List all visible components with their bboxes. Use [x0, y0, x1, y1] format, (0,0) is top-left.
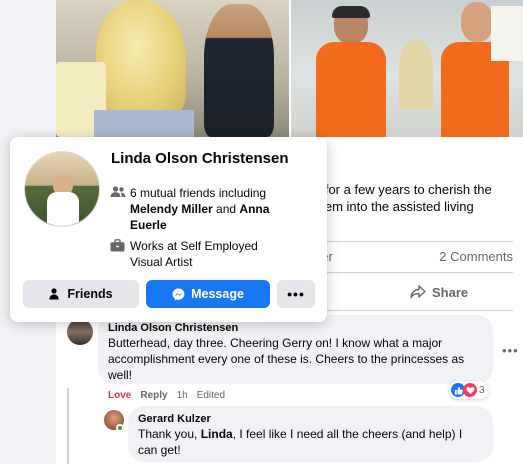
mutual-friend-link-1[interactable]: Melendy Miller: [130, 202, 213, 216]
messenger-icon: [172, 288, 185, 300]
post-caption-line1: d for a few years to cherish the: [314, 182, 492, 197]
heart-icon: [463, 383, 477, 397]
work-text-line2: Visual Artist: [130, 255, 193, 269]
share-label: Share: [432, 284, 469, 300]
message-button[interactable]: Message: [146, 280, 270, 308]
comment-bubble-linda: Linda Olson Christensen Butterhead, day …: [98, 315, 493, 384]
profile-hover-card: Linda Olson Christensen 6 mutual friends…: [10, 137, 327, 322]
reply-text-after: , I feel like I need all the cheers (and…: [232, 427, 463, 441]
comment-text: Butterhead, day three. Cheering Gerry on…: [108, 335, 483, 383]
work-text-line1: Works at Self Employed: [130, 239, 258, 253]
mutual-friend-link-2-cont[interactable]: Euerle: [130, 218, 167, 232]
reaction-count: 3: [479, 384, 485, 396]
briefcase-icon: [110, 239, 130, 270]
comment-text-line: Butterhead, day three. Cheering Gerry on…: [108, 336, 443, 350]
post-caption: d for a few years to cherish the them in…: [314, 181, 519, 215]
friends-button[interactable]: Friends: [23, 280, 139, 308]
work-line: Works at Self Employed Visual Artist: [110, 238, 258, 270]
reply-text-line: can get!: [138, 443, 181, 457]
comment-time[interactable]: 1h: [177, 390, 188, 401]
message-button-label: Message: [191, 287, 244, 301]
mutual-friends-text: 6 mutual friends including Melendy Mille…: [130, 185, 269, 233]
mention-linda[interactable]: Linda: [201, 427, 233, 441]
mutual-friends-line: 6 mutual friends including Melendy Mille…: [110, 185, 269, 233]
profile-name[interactable]: Linda Olson Christensen: [111, 150, 289, 167]
friends-icon: [110, 186, 130, 233]
pedestal: [94, 110, 194, 137]
background-sign: [491, 6, 523, 61]
reply-link[interactable]: Reply: [140, 390, 167, 401]
profile-avatar[interactable]: [24, 151, 100, 227]
mutual-friend-link-2[interactable]: Anna: [239, 202, 269, 216]
man-figure: [316, 6, 386, 137]
share-icon: [410, 285, 426, 299]
post-photo-right[interactable]: [291, 0, 523, 137]
love-reaction-link[interactable]: Love: [108, 390, 131, 401]
butter-sculpture: [96, 0, 186, 118]
comment-text-line: well!: [108, 368, 133, 382]
comment-actions: Love Reply 1h Edited: [108, 390, 225, 401]
background-sculpture: [399, 40, 433, 110]
edited-label: Edited: [196, 390, 226, 401]
comment-options-icon[interactable]: •••: [502, 343, 519, 358]
friends-button-label: Friends: [67, 287, 113, 301]
girl-figure: [204, 4, 274, 137]
work-text: Works at Self Employed Visual Artist: [130, 238, 258, 270]
reply-bubble-gerard: Gerard Kulzer Thank you, Linda, I feel l…: [128, 406, 493, 462]
person-check-icon: [49, 288, 60, 300]
reply-text: Thank you, Linda, I feel like I need all…: [138, 426, 483, 458]
reply-text-before: Thank you,: [138, 427, 201, 441]
reaction-badge[interactable]: 3: [449, 381, 489, 399]
more-options-button[interactable]: •••: [277, 280, 315, 308]
reply-text-line: Thank you, Linda, I feel like I need all…: [138, 426, 483, 442]
share-button[interactable]: Share: [410, 283, 468, 301]
post-caption-line2: them into the assisted living: [314, 199, 474, 214]
comment-avatar-linda[interactable]: [67, 319, 93, 345]
mutual-prefix: 6 mutual friends including: [130, 186, 267, 200]
comment-text-line: accomplishment every one of these is. Ch…: [108, 352, 465, 366]
comments-count[interactable]: 2 Comments: [439, 249, 513, 264]
comment-author[interactable]: Linda Olson Christensen: [108, 321, 483, 335]
post-photo-left[interactable]: [56, 0, 289, 137]
reply-author[interactable]: Gerard Kulzer: [138, 412, 483, 426]
online-status-dot: [116, 424, 124, 432]
mutual-and: and: [216, 202, 237, 216]
reply-thread-line: [67, 388, 69, 464]
